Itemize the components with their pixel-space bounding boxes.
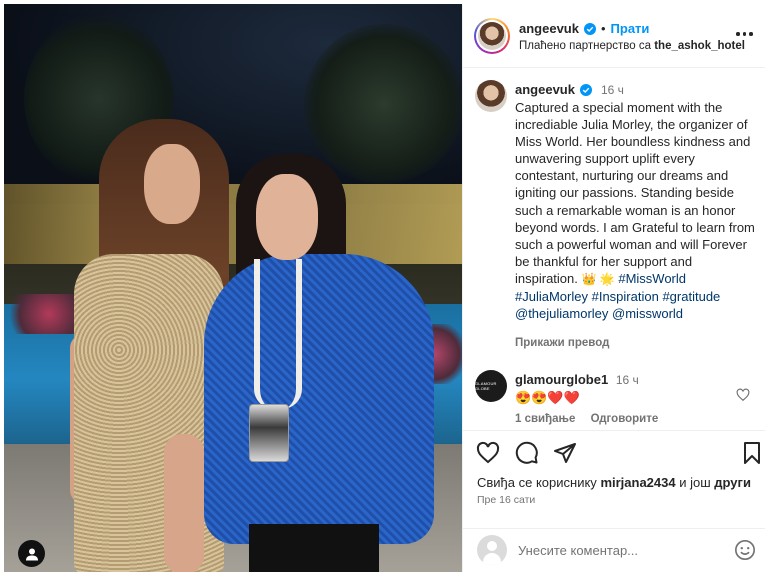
like-comment-heart-icon[interactable] <box>736 388 750 402</box>
comment-likes-count[interactable]: 1 свиђање <box>515 413 575 425</box>
user-icon <box>25 548 38 560</box>
current-user-avatar <box>477 535 507 565</box>
caption-emojis: 👑 🌟 <box>581 271 615 286</box>
reply-button[interactable]: Одговорите <box>591 413 659 425</box>
verified-badge-icon <box>579 83 592 96</box>
verified-badge-icon <box>583 22 596 35</box>
photo-palm-right <box>304 24 462 184</box>
comment-header: glamourglobe1 16 ч <box>515 372 639 387</box>
comment-text: 😍😍❤️❤️ <box>515 390 580 405</box>
post-header: angeevuk • Прати Плаћено партнерство са … <box>463 4 765 68</box>
caption-avatar[interactable] <box>475 80 507 112</box>
hashtag-link[interactable]: #MissWorld <box>618 271 686 286</box>
comment-meta: 1 свиђање Одговорите <box>515 413 670 425</box>
comments-area[interactable]: angeevuk 16 ч Captured a special moment … <box>463 68 765 430</box>
hashtag-link[interactable]: #gratitude <box>662 289 720 304</box>
post-timestamp[interactable]: Пре 16 сати <box>477 494 535 506</box>
more-options-icon[interactable] <box>736 26 754 42</box>
comment-avatar-logo-text: GLAMOUR GLOBE <box>475 381 497 391</box>
hashtag-link[interactable]: #Inspiration <box>592 289 659 304</box>
photo-lanyard <box>254 259 302 409</box>
photo-woman-right-pants <box>249 524 379 572</box>
post-sidebar: angeevuk • Прати Плаћено партнерство са … <box>462 4 765 572</box>
others-link[interactable]: други <box>714 475 751 490</box>
comment-username[interactable]: glamourglobe1 <box>515 372 608 387</box>
share-paper-plane-icon[interactable] <box>553 441 577 465</box>
header-username[interactable]: angeevuk <box>519 21 579 36</box>
post-photo[interactable] <box>4 4 462 572</box>
post-actions: Свиђа се кориснику mirjana2434 и још дру… <box>463 430 765 540</box>
liked-by-user-link[interactable]: mirjana2434 <box>600 475 675 490</box>
likes-prefix: Свиђа се кориснику <box>477 475 597 490</box>
paid-partnership-line: Плаћено партнерство са the_ashok_hotel <box>519 40 745 52</box>
comment-avatar[interactable]: GLAMOUR GLOBE <box>475 370 507 402</box>
tagged-users-button[interactable] <box>18 540 45 567</box>
comment-bubble-icon[interactable] <box>515 441 539 465</box>
comment-time[interactable]: 16 ч <box>616 373 639 387</box>
add-comment-bar <box>463 528 765 572</box>
see-translation-link[interactable]: Прикажи превод <box>515 337 609 349</box>
photo-woman-left-leg <box>164 434 204 572</box>
emoji-smiley-icon[interactable] <box>734 539 756 561</box>
caption-body: Captured a special moment with the incre… <box>515 100 755 286</box>
caption-username[interactable]: angeevuk <box>515 82 575 97</box>
mention-link[interactable]: @thejuliamorley <box>515 306 608 321</box>
partnership-prefix: Плаћено партнерство са <box>519 40 652 52</box>
caption-time[interactable]: 16 ч <box>601 83 624 97</box>
photo-woman-left-face <box>144 144 200 224</box>
follow-button[interactable]: Прати <box>611 21 650 36</box>
photo-lit-wall <box>4 184 462 264</box>
partner-name-link[interactable]: the_ashok_hotel <box>654 40 745 52</box>
save-bookmark-icon[interactable] <box>740 441 764 465</box>
story-ring-avatar[interactable] <box>474 18 510 54</box>
caption-header: angeevuk 16 ч <box>515 82 624 97</box>
photo-woman-right-face <box>256 174 318 260</box>
like-heart-icon[interactable] <box>476 441 500 465</box>
caption-text: Captured a special moment with the incre… <box>515 99 757 322</box>
likes-summary: Свиђа се кориснику mirjana2434 и још дру… <box>477 475 751 490</box>
likes-middle: и још <box>679 475 711 490</box>
avatar <box>478 22 506 50</box>
separator-dot: • <box>600 21 606 36</box>
hashtag-link[interactable]: #JuliaMorley <box>515 289 588 304</box>
comment-input[interactable] <box>518 539 718 561</box>
photo-badge <box>249 404 289 462</box>
photo-woman-right-sweater <box>204 254 434 544</box>
header-user-row: angeevuk • Прати <box>519 21 649 36</box>
instagram-post-view: angeevuk • Прати Плаћено партнерство са … <box>0 0 765 572</box>
mention-link[interactable]: @missworld <box>612 306 683 321</box>
